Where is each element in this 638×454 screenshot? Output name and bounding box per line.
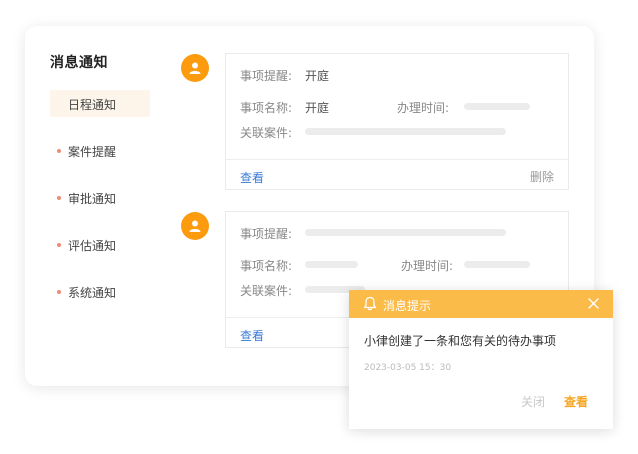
item-name-label: 事项名称:	[240, 259, 293, 273]
reminder-label: 事项提醒:	[240, 227, 293, 241]
sidebar-item-assessment[interactable]: 评估通知	[50, 231, 150, 258]
avatar	[181, 212, 209, 240]
popup-timestamp: 2023-03-05 15：30	[364, 363, 452, 373]
view-link[interactable]: 查看	[240, 169, 264, 186]
placeholder-bar	[464, 103, 530, 110]
delete-link[interactable]: 删除	[530, 168, 554, 185]
divider	[226, 159, 568, 160]
item-name-value: 开庭	[305, 101, 330, 115]
sidebar-item-case[interactable]: 案件提醒	[50, 137, 150, 164]
sidebar-item-label: 日程通知	[68, 98, 117, 112]
reminder-label: 事项提醒:	[240, 69, 293, 83]
sidebar-item-system[interactable]: 系统通知	[50, 278, 150, 305]
view-link[interactable]: 查看	[240, 327, 264, 344]
dot-icon	[57, 149, 61, 153]
popup-view-button[interactable]: 查看	[564, 393, 588, 410]
placeholder-bar	[305, 128, 506, 135]
user-icon	[189, 220, 201, 232]
reminder-value: 开庭	[305, 69, 330, 83]
handle-time-label: 办理时间:	[397, 101, 450, 115]
close-icon[interactable]	[588, 298, 599, 309]
dot-icon	[57, 196, 61, 200]
dot-icon	[57, 290, 61, 294]
user-icon	[189, 62, 201, 74]
sidebar-item-label: 系统通知	[68, 286, 117, 300]
related-case-label: 关联案件:	[240, 126, 293, 140]
sidebar-item-schedule[interactable]: 日程通知	[50, 90, 150, 117]
popup-header: 消息提示	[349, 290, 613, 318]
popup-close-button[interactable]: 关闭	[521, 393, 545, 410]
sidebar-item-label: 案件提醒	[68, 145, 117, 159]
handle-time-label: 办理时间:	[401, 259, 454, 273]
placeholder-bar	[464, 261, 530, 268]
placeholder-bar	[305, 261, 358, 268]
bell-icon	[363, 296, 377, 311]
sidebar-title: 消息通知	[50, 55, 108, 71]
sidebar-item-label: 评估通知	[68, 239, 117, 253]
dot-icon	[57, 243, 61, 247]
popup-message: 小律创建了一条和您有关的待办事项	[364, 334, 557, 348]
item-name-label: 事项名称:	[240, 101, 293, 115]
sidebar-item-approval[interactable]: 审批通知	[50, 184, 150, 211]
message-card: 事项提醒: 开庭 事项名称: 开庭 办理时间: 关联案件: 查看 删除	[225, 53, 569, 190]
popup-title: 消息提示	[383, 299, 432, 313]
placeholder-bar	[305, 229, 506, 236]
related-case-label: 关联案件:	[240, 284, 293, 298]
sidebar-item-label: 审批通知	[68, 192, 117, 206]
avatar	[181, 54, 209, 82]
message-popup: 消息提示 小律创建了一条和您有关的待办事项 2023-03-05 15：30 关…	[349, 290, 613, 429]
